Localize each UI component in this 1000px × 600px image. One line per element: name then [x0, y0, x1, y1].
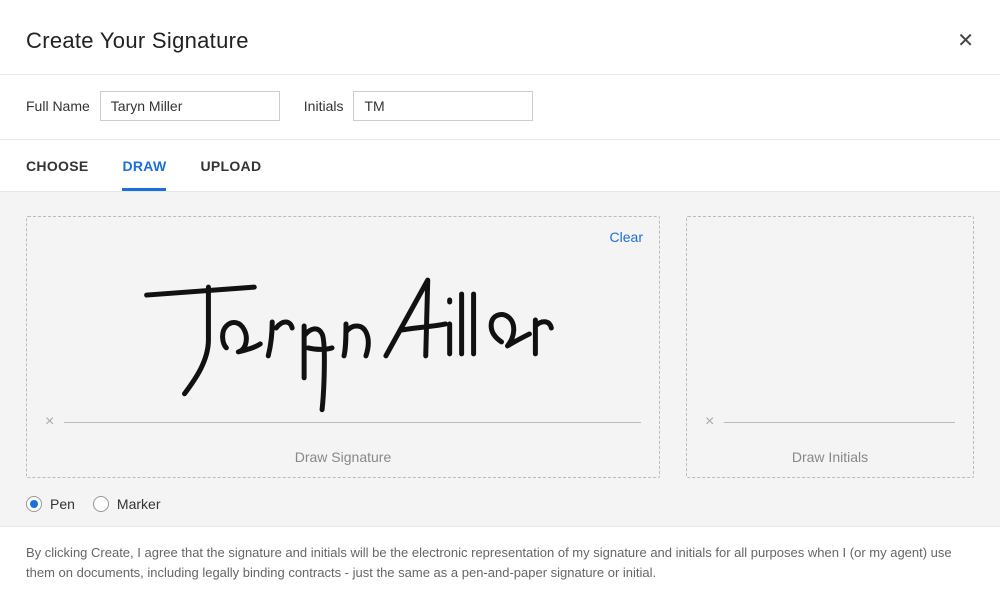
signature-canvas[interactable]	[27, 217, 659, 413]
marker-label: Marker	[117, 496, 161, 512]
marker-radio[interactable]: Marker	[93, 496, 161, 512]
pen-label: Pen	[50, 496, 75, 512]
initials-input[interactable]	[353, 91, 533, 121]
tab-draw[interactable]: DRAW	[122, 140, 166, 191]
initials-caption: Draw Initials	[705, 449, 955, 465]
initials-line	[724, 422, 955, 423]
radio-icon	[26, 496, 42, 512]
pen-radio[interactable]: Pen	[26, 496, 75, 512]
full-name-label: Full Name	[26, 98, 90, 114]
initials-canvas[interactable]	[687, 217, 973, 413]
close-icon[interactable]: ✕	[957, 31, 974, 51]
initials-label: Initials	[304, 98, 344, 114]
legal-disclaimer: By clicking Create, I agree that the sig…	[0, 526, 1000, 599]
full-name-field-wrap: Full Name	[26, 91, 280, 121]
signature-caption: Draw Signature	[45, 449, 641, 465]
signature-line	[64, 422, 641, 423]
signature-draw-panel[interactable]: Clear ×	[26, 216, 660, 478]
dialog-title: Create Your Signature	[26, 28, 249, 54]
tab-upload[interactable]: UPLOAD	[200, 140, 261, 191]
x-icon: ×	[705, 413, 714, 431]
tab-choose[interactable]: CHOOSE	[26, 140, 88, 191]
x-icon: ×	[45, 413, 54, 431]
initials-draw-panel[interactable]: × Draw Initials	[686, 216, 974, 478]
initials-field-wrap: Initials	[304, 91, 534, 121]
clear-signature-button[interactable]: Clear	[610, 229, 643, 245]
full-name-input[interactable]	[100, 91, 280, 121]
radio-icon	[93, 496, 109, 512]
